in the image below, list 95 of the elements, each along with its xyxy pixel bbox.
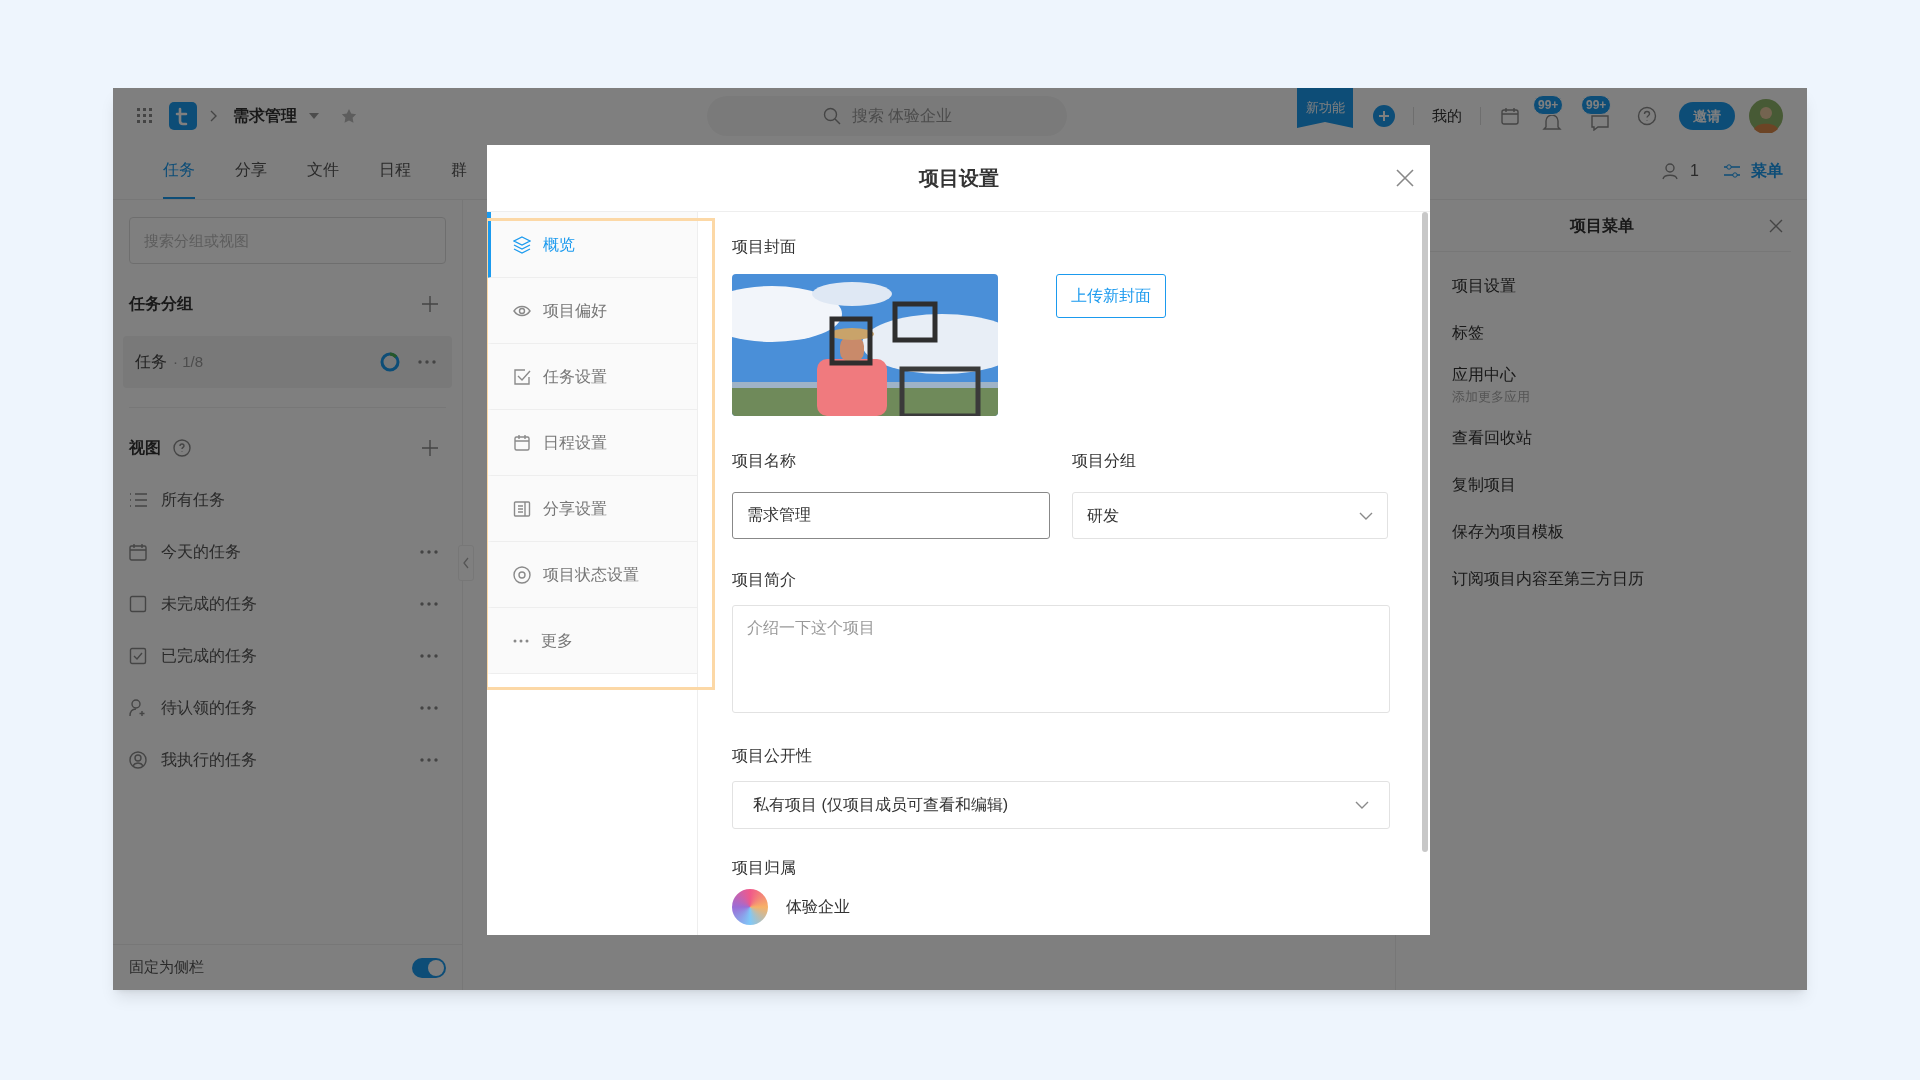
field-label: 项目封面 (732, 237, 797, 257)
members-icon[interactable] (1662, 162, 1681, 180)
menu-item[interactable]: 复制项目 (1452, 472, 1807, 497)
count-badge: 99+ (1533, 95, 1564, 115)
menu-link[interactable]: 菜单 (1751, 159, 1783, 183)
more-icon[interactable] (420, 654, 438, 658)
section-title: 任务分组 (129, 294, 193, 314)
menu-item[interactable]: 保存为项目模板 (1452, 519, 1807, 544)
settings-nav-item[interactable]: 概览 (487, 212, 697, 278)
person-circle-icon (129, 751, 147, 769)
nav-tab[interactable]: 分享 (235, 143, 267, 199)
member-count: 1 (1690, 161, 1699, 181)
more-icon[interactable] (420, 602, 438, 606)
avatar[interactable] (1749, 99, 1783, 133)
settings-nav-item[interactable]: 分享设置 (487, 476, 697, 542)
settings-nav-item[interactable]: 更多 (487, 608, 697, 674)
nav-tab[interactable]: 文件 (307, 143, 339, 199)
more-icon[interactable] (418, 360, 436, 364)
section-title: 视图 (129, 438, 161, 458)
help-icon[interactable] (1637, 106, 1657, 126)
view-item[interactable]: 所有任务 (129, 474, 446, 526)
menu-item[interactable]: 项目设置 (1452, 273, 1807, 298)
upload-cover-button[interactable]: 上传新封面 (1056, 274, 1166, 318)
list-icon (129, 491, 147, 509)
more-icon[interactable] (420, 706, 438, 710)
organization-name: 体验企业 (786, 897, 850, 917)
chevron-down-icon (1355, 801, 1369, 809)
more-icon[interactable] (420, 550, 438, 554)
group-name: 任务 (135, 352, 167, 372)
menu-item[interactable]: 订阅项目内容至第三方日历 (1452, 566, 1807, 591)
field-label: 项目公开性 (732, 746, 813, 766)
layers-icon (513, 235, 531, 254)
star-icon[interactable] (341, 108, 357, 124)
nav-tab[interactable]: 任务 (163, 143, 195, 199)
group-select[interactable]: 研发 (1072, 492, 1388, 539)
nav-tab[interactable]: 群 (451, 143, 467, 199)
mine-link[interactable]: 我的 (1432, 104, 1462, 128)
dialog-title: 项目设置 (918, 166, 999, 191)
settings-nav-item[interactable]: 项目偏好 (487, 278, 697, 344)
settings-nav-item[interactable]: 项目状态设置 (487, 542, 697, 608)
invite-button[interactable]: 邀请 (1679, 102, 1735, 130)
add-icon[interactable] (422, 296, 438, 312)
calendar-icon (129, 543, 147, 561)
bell-icon[interactable] (1542, 113, 1562, 131)
name-input[interactable]: 需求管理 (732, 492, 1050, 539)
intro-textarea[interactable]: 介绍一下这个项目 (732, 605, 1390, 713)
menu-item[interactable]: 应用中心 (1452, 363, 1807, 388)
person-add-icon (129, 699, 147, 717)
filter-icon[interactable] (1723, 163, 1741, 179)
close-icon[interactable] (1396, 169, 1414, 187)
calendar-icon[interactable] (1501, 107, 1519, 125)
caret-icon[interactable] (309, 113, 319, 119)
chevron-icon (209, 110, 217, 122)
close-icon[interactable] (1769, 218, 1783, 233)
organization-logo-icon (732, 889, 768, 925)
view-item[interactable]: 我执行的任务 (129, 734, 446, 786)
checkbox-icon (129, 595, 147, 613)
toggle-switch[interactable] (412, 957, 446, 978)
pin-label: 固定为侧栏 (129, 957, 204, 978)
document-icon (513, 499, 531, 518)
chat-icon[interactable] (1590, 113, 1610, 131)
visibility-select[interactable]: 私有项目 (仅项目成员可查看和编辑) (732, 781, 1390, 829)
view-item[interactable]: 待认领的任务 (129, 682, 446, 734)
menu-item[interactable]: 查看回收站 (1452, 425, 1807, 450)
settings-nav-item[interactable]: 任务设置 (487, 344, 697, 410)
collapse-handle[interactable] (458, 545, 474, 581)
checked-box-icon (513, 367, 531, 386)
menu-item[interactable]: 标签 (1452, 320, 1807, 345)
search-icon (823, 107, 841, 125)
more-icon (513, 638, 529, 643)
add-icon[interactable] (1373, 105, 1395, 127)
calendar-icon (513, 433, 531, 452)
new-feature-badge[interactable]: 新功能 (1297, 88, 1353, 128)
view-item[interactable]: 今天的任务 (129, 526, 446, 578)
more-icon[interactable] (420, 758, 438, 762)
apps-icon[interactable] (137, 108, 153, 124)
field-label: 项目分组 (1072, 451, 1137, 471)
field-label: 项目归属 (732, 858, 797, 878)
checked-box-icon (129, 647, 147, 665)
settings-nav-item[interactable]: 日程设置 (487, 410, 697, 476)
help-icon (173, 439, 191, 457)
progress-ring-icon (380, 352, 400, 372)
count-badge: 99+ (1581, 95, 1612, 115)
project-title[interactable]: 需求管理 (233, 104, 297, 128)
panel-title: 项目菜单 (1569, 215, 1634, 236)
view-item[interactable]: 未完成的任务 (129, 578, 446, 630)
view-item[interactable]: 已完成的任务 (129, 630, 446, 682)
nav-tab[interactable]: 日程 (379, 143, 411, 199)
status-icon (513, 565, 531, 584)
chevron-down-icon (1359, 511, 1373, 520)
field-label: 项目名称 (732, 451, 797, 471)
scrollbar[interactable] (1422, 212, 1428, 852)
field-label: 项目简介 (732, 570, 797, 590)
add-icon[interactable] (422, 440, 438, 456)
logo-icon[interactable] (169, 102, 197, 130)
